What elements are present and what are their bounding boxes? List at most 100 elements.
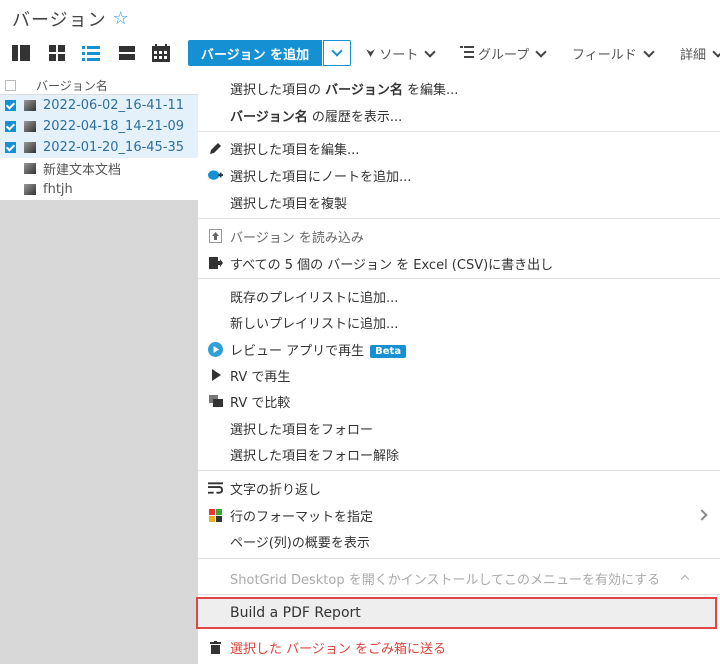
- row-checkbox[interactable]: [5, 100, 16, 111]
- menu-label: Build a PDF Report: [230, 605, 361, 621]
- table-row[interactable]: 2022-06-02_16-41-11: [0, 95, 198, 116]
- menu-divider: [198, 558, 720, 559]
- table-row[interactable]: 2022-01-20_16-45-35: [0, 137, 198, 158]
- menu-item-duplicate[interactable]: 選択した項目を複製: [198, 190, 720, 214]
- menu-item-play-rv[interactable]: RV で再生: [198, 363, 720, 387]
- menu-item-add-note[interactable]: 選択した項目にノートを追加...: [198, 163, 720, 187]
- add-version-dropdown[interactable]: [323, 40, 351, 66]
- menu-item-add-new-playlist[interactable]: 新しいプレイリストに追加...: [198, 310, 720, 334]
- chevron-up-icon: [680, 574, 690, 584]
- page-title: バージョン: [12, 10, 107, 31]
- menu-item-unfollow[interactable]: 選択した項目をフォロー解除: [198, 442, 720, 466]
- table-row[interactable]: 新建文本文档: [0, 158, 198, 179]
- note-add-icon: [208, 168, 223, 182]
- menu-item-wrap-text[interactable]: 文字の折り返し: [198, 476, 720, 500]
- group-icon: [460, 45, 474, 62]
- menu-text-bold: バージョン名: [325, 82, 403, 98]
- column-header-version-name[interactable]: バージョン名: [36, 77, 108, 94]
- version-name[interactable]: 2022-06-02_16-41-11: [43, 98, 184, 113]
- menu-label: 選択した バージョン をごみ箱に送る: [230, 641, 447, 657]
- menu-divider: [198, 131, 720, 132]
- fields-menu[interactable]: フィールド: [572, 44, 655, 63]
- menu-label: 新しいプレイリストに追加...: [230, 316, 399, 332]
- menu-item-export-csv[interactable]: すべての 5 個の バージョン を Excel (CSV)に書き出し: [198, 251, 720, 275]
- menu-item-follow[interactable]: 選択した項目をフォロー: [198, 416, 720, 440]
- details-label: 詳細: [680, 48, 707, 63]
- row-view-icon[interactable]: [116, 42, 138, 64]
- menu-label: ページ(列)の概要を表示: [230, 535, 370, 551]
- menu-item-build-pdf-report[interactable]: Build a PDF Report: [196, 597, 717, 629]
- table-row[interactable]: fhtjh: [0, 179, 198, 200]
- fields-label: フィールド: [572, 48, 637, 63]
- details-menu[interactable]: 詳細: [680, 44, 720, 63]
- menu-label: すべての 5 個の バージョン を Excel (CSV)に書き出し: [230, 257, 554, 273]
- context-menu: 選択した項目の バージョン名 を編集... バージョン名 の履歴を表示... 選…: [198, 72, 720, 664]
- add-version-button[interactable]: バージョン を追加: [188, 40, 322, 66]
- star-icon[interactable]: ☆: [113, 10, 129, 28]
- import-icon: [208, 229, 223, 243]
- version-list: バージョン名 2022-06-02_16-41-11 2022-04-18_14…: [0, 76, 198, 200]
- menu-label: RV で再生: [230, 369, 291, 385]
- menu-divider: [198, 278, 720, 279]
- select-all-checkbox[interactable]: [5, 79, 16, 91]
- row-checkbox[interactable]: [5, 121, 16, 132]
- thumbnail-icon: [24, 184, 36, 195]
- menu-item-review-app[interactable]: レビュー アプリで再生 Beta: [198, 337, 720, 361]
- chevron-down-icon: [331, 45, 343, 57]
- menu-label: 行のフォーマットを指定: [230, 509, 374, 525]
- group-menu[interactable]: グループ: [460, 44, 547, 63]
- version-name[interactable]: 2022-01-20_16-45-35: [43, 140, 184, 155]
- thumbnail-icon: [24, 100, 36, 111]
- thumbnail-icon: [24, 142, 36, 153]
- chevron-down-icon: [712, 45, 720, 58]
- menu-item-edit-selected[interactable]: 選択した項目を編集...: [198, 136, 720, 160]
- calendar-icon[interactable]: [150, 42, 172, 64]
- version-name[interactable]: 2022-04-18_14-21-09: [43, 119, 184, 134]
- menu-label: 選択した項目を複製: [230, 196, 348, 212]
- menu-divider: [198, 594, 720, 595]
- menu-item-add-existing-playlist[interactable]: 既存のプレイリストに追加...: [198, 284, 720, 308]
- menu-item-page-summary[interactable]: ページ(列)の概要を表示: [198, 529, 720, 553]
- table-row[interactable]: 2022-04-18_14-21-09: [0, 116, 198, 137]
- page-header: バージョン ☆: [12, 6, 129, 32]
- menu-label: 文字の折り返し: [230, 482, 322, 498]
- beta-badge: Beta: [370, 344, 407, 358]
- trash-icon: [208, 640, 223, 654]
- chevron-right-icon: [696, 509, 708, 521]
- menu-divider: [198, 470, 720, 471]
- menu-item-format-rows[interactable]: 行のフォーマットを指定: [198, 503, 720, 527]
- list-view-icon[interactable]: [80, 42, 102, 64]
- row-checkbox[interactable]: [5, 163, 16, 174]
- row-checkbox[interactable]: [5, 184, 16, 195]
- menu-item-shotgrid-desktop: ShotGrid Desktop を開くかインストールしてこのメニューを有効にす…: [198, 566, 720, 590]
- menu-item-edit-version-name[interactable]: 選択した項目の バージョン名 を編集...: [198, 76, 720, 100]
- row-checkbox[interactable]: [5, 142, 16, 153]
- menu-label: ShotGrid Desktop を開くかインストールしてこのメニューを有効にす…: [230, 572, 661, 588]
- menu-label: バージョン を読み込み: [230, 230, 364, 246]
- menu-label: 選択した項目を編集...: [230, 142, 360, 158]
- menu-item-name-history[interactable]: バージョン名 の履歴を表示...: [198, 103, 720, 127]
- thumbnail-view-icon[interactable]: [46, 42, 68, 64]
- sort-menu[interactable]: ⮟ ソート: [366, 44, 437, 63]
- chevron-down-icon: [643, 45, 655, 58]
- menu-label: レビュー アプリで再生: [230, 343, 365, 359]
- wrap-text-icon: [208, 481, 223, 495]
- chevron-down-icon: [535, 45, 547, 58]
- chevron-down-icon: [424, 45, 437, 58]
- menu-text: を編集...: [402, 82, 459, 98]
- menu-item-compare-rv[interactable]: RV で比較: [198, 389, 720, 413]
- thumbnail-icon: [24, 163, 36, 174]
- sort-icon: ⮟: [366, 46, 376, 60]
- version-name[interactable]: fhtjh: [43, 182, 73, 197]
- version-name[interactable]: 新建文本文档: [43, 159, 121, 178]
- sort-label: ソート: [379, 48, 419, 63]
- menu-label: 選択した項目をフォロー: [230, 422, 374, 438]
- detail-view-icon[interactable]: [10, 42, 32, 64]
- menu-label: 選択した項目にノートを追加...: [230, 169, 412, 185]
- list-header: バージョン名: [0, 76, 198, 95]
- menu-item-trash[interactable]: 選択した バージョン をごみ箱に送る: [198, 635, 720, 659]
- toolbar: バージョン を追加 ⮟ ソート グループ フィールド 詳細: [0, 38, 720, 70]
- menu-item-import[interactable]: バージョン を読み込み: [198, 224, 720, 248]
- pencil-icon: [208, 141, 223, 155]
- menu-label: RV で比較: [230, 395, 291, 411]
